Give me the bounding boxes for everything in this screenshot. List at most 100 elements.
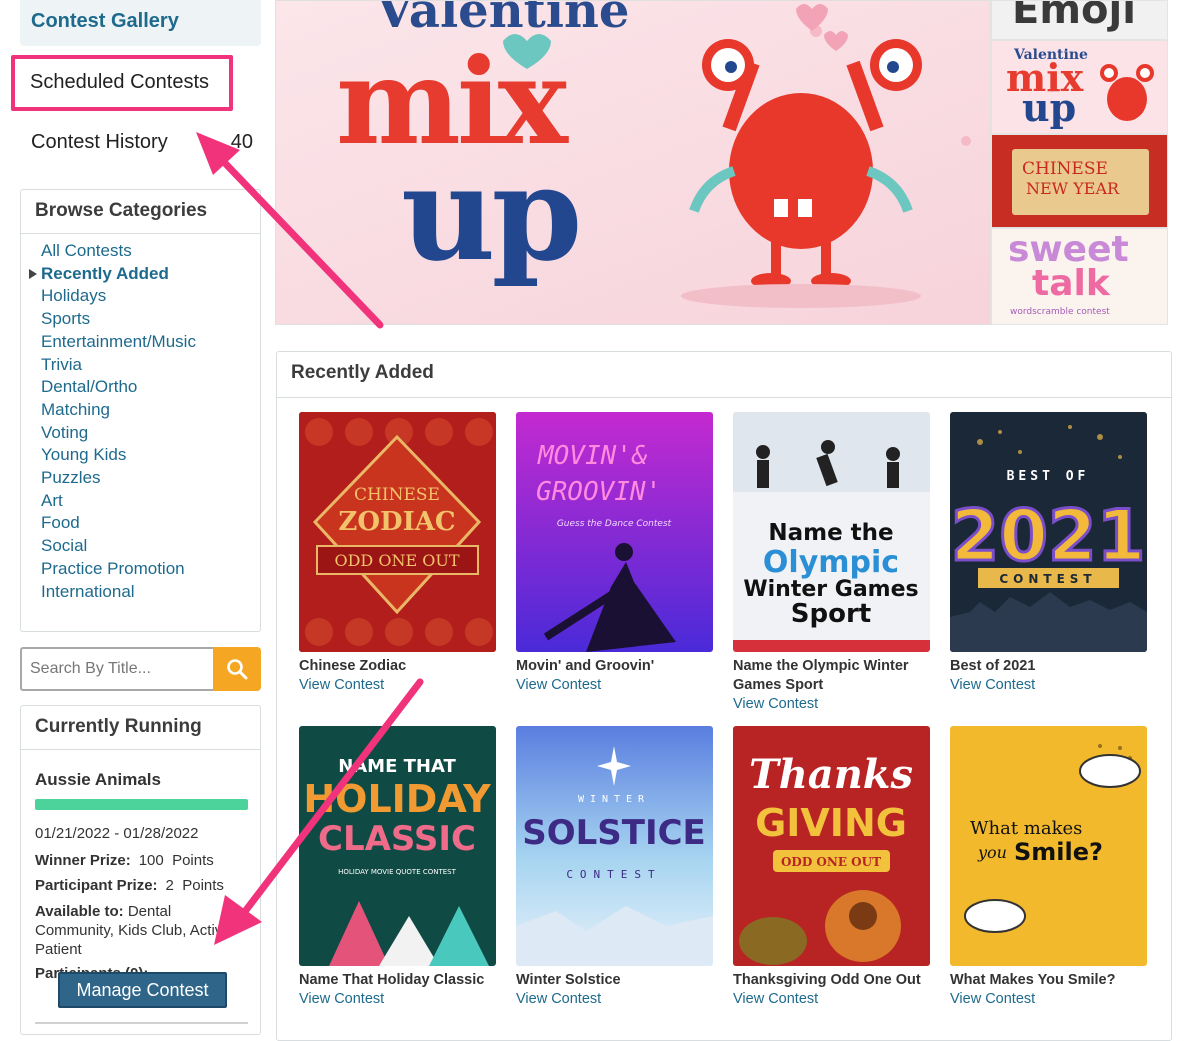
thumbnail-chinese-new-year[interactable]: CHINESE NEW YEAR <box>991 134 1168 228</box>
thanksgiving-art: Thanks GIVING ODD ONE OUT <box>733 726 930 966</box>
category-puzzles[interactable]: Puzzles <box>41 467 260 490</box>
contest-progress-bar <box>35 799 248 810</box>
category-voting[interactable]: Voting <box>41 422 260 445</box>
contest-card-image[interactable]: CHINESE ZODIAC ODD ONE OUT <box>299 412 496 652</box>
contest-card: NAME THAT HOLIDAY CLASSIC HOLIDAY MOVIE … <box>299 726 496 1009</box>
browse-categories-title: Browse Categories <box>21 190 260 234</box>
smile-art-line2: you <box>977 843 1007 862</box>
category-international[interactable]: International <box>41 581 260 604</box>
participant-prize-value: 2 Points <box>165 877 224 894</box>
view-contest-link[interactable]: View Contest <box>299 990 496 1009</box>
best-art-line3: CONTEST <box>999 572 1096 586</box>
category-trivia[interactable]: Trivia <box>41 354 260 377</box>
smile-art-line1: What makes <box>970 818 1082 839</box>
view-contest-link[interactable]: View Contest <box>299 676 496 695</box>
category-matching[interactable]: Matching <box>41 399 260 422</box>
available-to-label: Available to: <box>35 903 124 920</box>
thumbnail-chinese-top: CHINESE <box>1022 159 1108 179</box>
category-all-contests[interactable]: All Contests <box>41 240 260 263</box>
contest-card-image[interactable]: What makes you Smile? <box>950 726 1147 966</box>
contest-card-title: Name the Olympic Winter Games Sport <box>733 658 909 693</box>
holiday-art-line1: NAME THAT <box>338 756 456 777</box>
scheduled-contests-link[interactable]: Scheduled Contests <box>11 55 233 111</box>
participant-prize-row: Participant Prize: 2 Points <box>35 877 246 894</box>
contest-card-title: What Makes You Smile? <box>950 972 1116 988</box>
thumbnail-emoji[interactable]: Emoji <box>991 0 1168 40</box>
view-contest-link[interactable]: View Contest <box>950 990 1147 1009</box>
movin-art-line2: GROOVIN' <box>536 477 661 507</box>
thanks-art-line3: ODD ONE OUT <box>781 855 881 869</box>
contest-card-title: Best of 2021 <box>950 658 1036 674</box>
category-practice-promotion[interactable]: Practice Promotion <box>41 558 260 581</box>
smile-art: What makes you Smile? <box>950 726 1147 966</box>
category-food[interactable]: Food <box>41 512 260 535</box>
olympic-art-line2: Olympic <box>763 545 899 580</box>
running-contest-name[interactable]: Aussie Animals <box>35 770 246 790</box>
best-of-2021-art: BEST OF 2021 CONTEST <box>950 412 1147 652</box>
contest-card-image[interactable]: Name the Olympic Winter Games Sport <box>733 412 930 652</box>
zodiac-art-line3: ODD ONE OUT <box>334 551 459 570</box>
hero-title-up: up <box>401 137 578 290</box>
zodiac-art-line1: CHINESE <box>354 485 440 505</box>
currently-running-title: Currently Running <box>21 706 260 750</box>
holiday-classic-art: NAME THAT HOLIDAY CLASSIC HOLIDAY MOVIE … <box>299 726 496 966</box>
winner-prize-row: Winner Prize: 100 Points <box>35 852 246 869</box>
contest-card-image[interactable]: MOVIN'& GROOVIN' Guess the Dance Contest <box>516 412 713 652</box>
contest-card: BEST OF 2021 CONTEST Best of 2021 View C… <box>950 412 1147 695</box>
view-contest-link[interactable]: View Contest <box>516 990 713 1009</box>
category-social[interactable]: Social <box>41 535 260 558</box>
manage-contest-button[interactable]: Manage Contest <box>58 972 227 1008</box>
view-contest-link[interactable]: View Contest <box>733 990 930 1009</box>
category-recently-added[interactable]: Recently Added <box>29 263 260 286</box>
view-contest-link[interactable]: View Contest <box>733 695 930 714</box>
olympic-art-line4: Sport <box>791 599 871 629</box>
contest-card: Thanks GIVING ODD ONE OUT Thanksgiving O… <box>733 726 930 1009</box>
contest-card-image[interactable]: BEST OF 2021 CONTEST <box>950 412 1147 652</box>
contest-card-image[interactable]: WINTER SOLSTICE CONTEST <box>516 726 713 966</box>
contest-card-title: Thanksgiving Odd One Out <box>733 972 921 988</box>
contest-card-title: Winter Solstice <box>516 972 621 988</box>
category-young-kids[interactable]: Young Kids <box>41 444 260 467</box>
solstice-art-line2: SOLSTICE <box>522 813 706 853</box>
category-entertainment-music[interactable]: Entertainment/Music <box>41 331 260 354</box>
thumbnail-sweet-talk[interactable]: sweet talk wordscramble contest <box>991 228 1168 325</box>
contest-card-image[interactable]: Thanks GIVING ODD ONE OUT <box>733 726 930 966</box>
contest-card: WINTER SOLSTICE CONTEST Winter Solstice … <box>516 726 713 1009</box>
divider <box>35 1022 248 1024</box>
chinese-zodiac-art: CHINESE ZODIAC ODD ONE OUT <box>299 412 496 652</box>
contest-card-title: Movin' and Groovin' <box>516 658 655 674</box>
category-dental-ortho[interactable]: Dental/Ortho <box>41 376 260 399</box>
winner-prize-value: 100 Points <box>138 852 214 869</box>
recently-added-panel: Recently Added CHINESE ZODIAC ODD ONE OU… <box>276 351 1172 1041</box>
thumbnail-chinese-bottom: NEW YEAR <box>1026 179 1120 198</box>
contest-card-image[interactable]: NAME THAT HOLIDAY CLASSIC HOLIDAY MOVIE … <box>299 726 496 966</box>
thumbnail-valentine-mixup[interactable]: Valentine mix up <box>991 40 1168 134</box>
valentine-mixup-art: Valentine mix up <box>336 1 971 308</box>
category-holidays[interactable]: Holidays <box>41 285 260 308</box>
view-contest-link[interactable]: View Contest <box>950 676 1147 695</box>
category-sports[interactable]: Sports <box>41 308 260 331</box>
featured-contest-banner[interactable]: Valentine mix up <box>275 0 991 325</box>
contest-card-title: Name That Holiday Classic <box>299 972 485 988</box>
thumbnail-sweet-bottom: wordscramble contest <box>1010 307 1110 317</box>
search-button[interactable] <box>213 647 261 691</box>
olympic-winter-art: Name the Olympic Winter Games Sport <box>733 412 930 652</box>
best-art-line2: 2021 <box>951 495 1146 577</box>
view-contest-link[interactable]: View Contest <box>516 676 713 695</box>
contest-card: Name the Olympic Winter Games Sport Name… <box>733 412 930 714</box>
contest-card: What makes you Smile? What Makes You Smi… <box>950 726 1147 1009</box>
solstice-art-line1: WINTER <box>578 794 650 805</box>
contest-history-link[interactable]: Contest History 40 <box>31 131 253 154</box>
recently-added-title: Recently Added <box>277 352 1171 398</box>
zodiac-art-line2: ZODIAC <box>338 507 455 537</box>
contest-card: CHINESE ZODIAC ODD ONE OUT Chinese Zodia… <box>299 412 496 695</box>
monster-icon <box>1100 64 1154 121</box>
category-art[interactable]: Art <box>41 490 260 513</box>
participant-prize-label: Participant Prize: <box>35 877 158 894</box>
smile-art-line3: Smile? <box>1014 838 1103 866</box>
contest-gallery-link[interactable]: Contest Gallery <box>20 0 261 46</box>
search-input[interactable] <box>20 647 213 691</box>
contest-progress-fill <box>35 799 248 810</box>
category-list: All Contests Recently Added Holidays Spo… <box>21 234 260 603</box>
thumbnail-sweet-mid: talk <box>1032 263 1110 304</box>
